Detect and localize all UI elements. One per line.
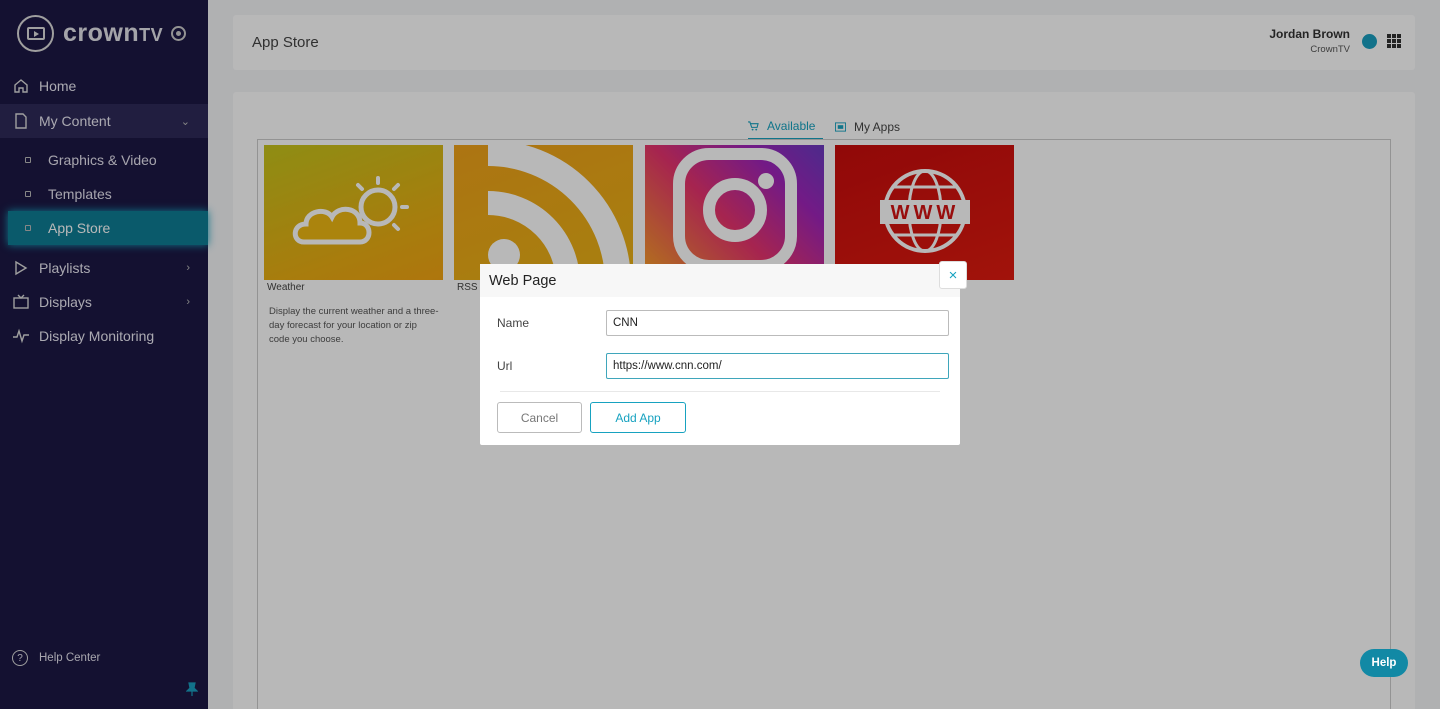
help-button[interactable]: Help [1360,649,1408,677]
name-label: Name [497,316,530,330]
dialog-title: Web Page [489,273,557,289]
cancel-button[interactable]: Cancel [497,402,582,433]
web-page-dialog: Web Page Name Url Cancel Add App [480,264,960,445]
dialog-divider [500,391,940,392]
name-field[interactable] [606,310,949,336]
url-label: Url [497,359,513,373]
dialog-header: Web Page [480,264,960,297]
close-icon[interactable]: × [939,261,967,289]
add-app-button[interactable]: Add App [590,402,686,433]
url-field[interactable] [606,353,949,379]
